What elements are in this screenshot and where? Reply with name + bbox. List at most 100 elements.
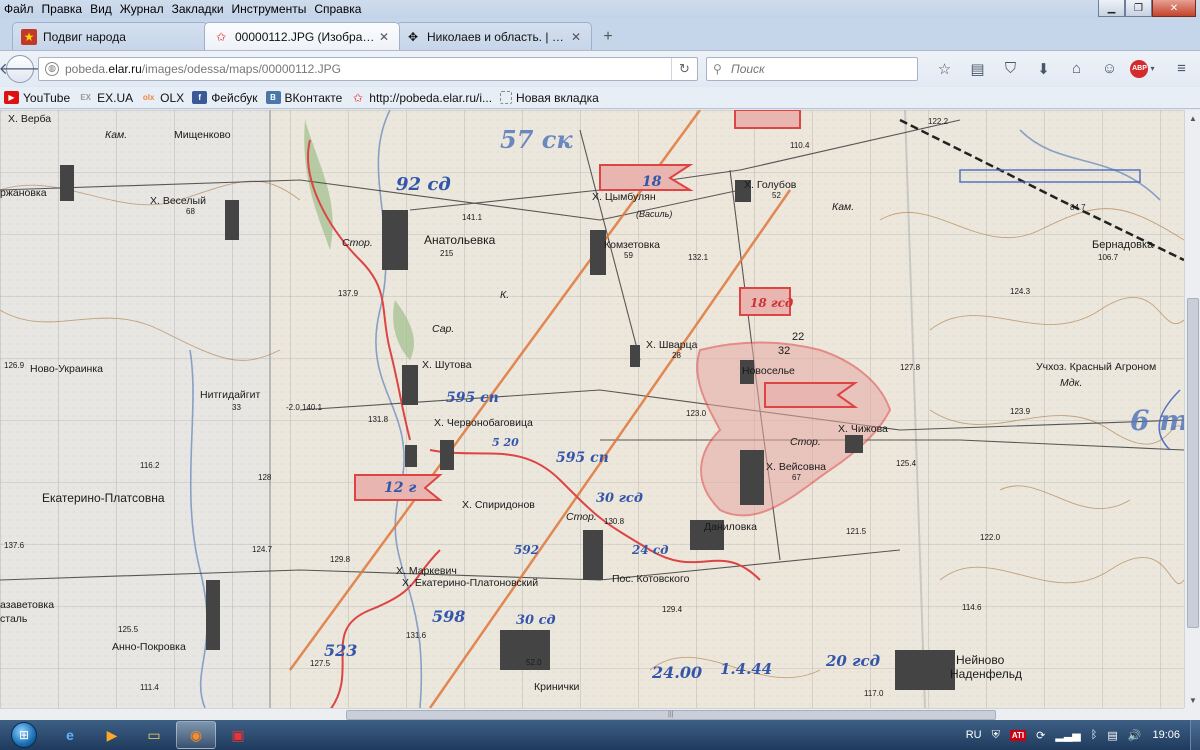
map-label: 68: [186, 207, 195, 216]
new-tab-button[interactable]: +: [594, 24, 622, 50]
vertical-scroll-thumb[interactable]: [1187, 298, 1199, 628]
map-label: 122.0: [980, 533, 1001, 542]
star-icon: ✩: [215, 29, 227, 44]
bookmark-vk[interactable]: B ВКонтакте: [265, 91, 342, 105]
map-label: Х. Червонобаговица: [434, 417, 533, 429]
map-label: Нейново: [956, 653, 1005, 667]
home-icon[interactable]: ⌂: [1060, 55, 1093, 83]
menu-bookmarks[interactable]: Закладки: [168, 2, 228, 16]
signal-icon[interactable]: ▂▃▅: [1055, 729, 1080, 742]
map-label: Стор.: [342, 237, 373, 249]
ie-taskbar-icon[interactable]: e: [50, 721, 90, 749]
pocket-icon[interactable]: ⛉: [994, 55, 1027, 83]
bluetooth-icon[interactable]: ᛒ: [1091, 729, 1098, 741]
bookmark-exua[interactable]: EX EX.UA: [78, 91, 133, 105]
minimize-button[interactable]: ▁: [1098, 0, 1125, 17]
unit-label: 18: [642, 174, 662, 190]
file-taskbar-icon[interactable]: ▣: [218, 721, 258, 749]
tab-nikolaev[interactable]: ✥ Николаев и область. | Стр... ✕: [396, 22, 592, 50]
adblock-icon[interactable]: ABP ▾: [1126, 55, 1159, 83]
map-label: Кам.: [105, 129, 127, 141]
map-label: Мдк.: [1060, 377, 1082, 389]
scroll-up-icon[interactable]: ▲: [1185, 110, 1200, 126]
close-tab-icon[interactable]: ✕: [569, 30, 583, 44]
map-label: К.: [500, 289, 509, 301]
ati-icon[interactable]: ATI: [1009, 729, 1027, 741]
unit-label: 30 гсд: [596, 491, 643, 506]
menu-icon[interactable]: ≡: [1165, 55, 1198, 83]
chat-icon[interactable]: ☺: [1093, 55, 1126, 83]
bookmark-facebook[interactable]: f Фейсбук: [192, 91, 258, 105]
tab-image[interactable]: ✩ 00000112.JPG (Изображен... ✕: [204, 22, 400, 50]
unit-label: 595 сп: [556, 450, 609, 466]
map-label: Комзетовка: [604, 239, 660, 251]
volume-icon[interactable]: 🔊: [1128, 729, 1142, 742]
firefox-taskbar-icon[interactable]: ◉: [176, 721, 216, 749]
unit-label: 24 сд: [631, 543, 669, 557]
language-indicator[interactable]: RU: [966, 729, 982, 741]
shield-icon[interactable]: ⛨: [992, 729, 1000, 742]
tab-title: Николаев и область. | Стр...: [427, 29, 569, 44]
start-button[interactable]: ⊞: [0, 720, 48, 750]
close-tab-icon[interactable]: ✕: [377, 30, 391, 44]
search-bar[interactable]: ⚲: [706, 56, 918, 81]
youtube-icon: ▶: [4, 91, 19, 104]
map-label: 32: [778, 345, 790, 357]
menu-file[interactable]: Файл: [0, 2, 38, 16]
map-label: Кринички: [534, 681, 580, 693]
horizontal-scrollbar[interactable]: |||: [0, 708, 1184, 720]
bookmark-star-icon[interactable]: ☆: [928, 55, 961, 83]
bookmark-youtube[interactable]: ▶ YouTube: [4, 91, 70, 105]
back-button[interactable]: 🡐: [0, 54, 41, 83]
map-label: 127.8: [900, 363, 921, 372]
arrow-left-icon: 🡐: [0, 61, 42, 78]
tab-title: 00000112.JPG (Изображен...: [235, 29, 377, 44]
star-icon: ✩: [352, 90, 363, 105]
map-label: Х. Голубов: [744, 179, 797, 191]
map-label: 130.8: [604, 517, 625, 526]
bookmark-new-tab[interactable]: Новая вкладка: [500, 91, 599, 105]
menu-history[interactable]: Журнал: [116, 2, 168, 16]
url-bar[interactable]: ◍ pobeda.elar.ru/images/odessa/maps/0000…: [38, 56, 698, 81]
grip-icon: |||: [668, 711, 674, 718]
scroll-down-icon[interactable]: ▼: [1185, 692, 1200, 708]
map-label: Пос. Котовского: [612, 573, 690, 585]
menu-help[interactable]: Справка: [310, 2, 365, 16]
map-label: 110.4: [790, 141, 810, 150]
search-input[interactable]: [731, 61, 911, 76]
unit-label: 24.00: [651, 663, 702, 682]
show-desktop-button[interactable]: [1190, 720, 1200, 750]
map-label: 137.6: [4, 541, 25, 550]
map-label: Анно-Покровка: [112, 641, 186, 653]
menu-edit[interactable]: Правка: [38, 2, 87, 16]
map-label: Х. Екатерино-Платоновский: [402, 577, 538, 589]
map-label: 22: [792, 331, 804, 343]
vertical-scrollbar[interactable]: ▲ ▼: [1184, 110, 1200, 708]
explorer-taskbar-icon[interactable]: ▭: [134, 721, 174, 749]
url-text[interactable]: pobeda.elar.ru/images/odessa/maps/000001…: [65, 62, 671, 76]
bookmark-pobeda[interactable]: ✩ http://pobeda.elar.ru/i...: [350, 91, 492, 105]
star-logo-icon: ★: [21, 28, 37, 45]
reload-icon[interactable]: ↻: [671, 57, 697, 80]
reading-list-icon[interactable]: ▤: [961, 55, 994, 83]
map-label: 131.6: [406, 631, 427, 640]
map-label: 125.5: [118, 625, 139, 634]
maximize-button[interactable]: ❐: [1125, 0, 1152, 17]
menu-view[interactable]: Вид: [86, 2, 116, 16]
close-button[interactable]: ✕: [1152, 0, 1196, 17]
unit-label: 6 т: [1130, 404, 1184, 437]
sync-icon[interactable]: ⟳: [1036, 729, 1045, 742]
image-viewer[interactable]: Х. Верба Мищенково Кам. ржановка Х. Весе…: [0, 110, 1184, 708]
tab-podvig-naroda[interactable]: ★ Подвиг народа: [12, 22, 208, 50]
map-label: 52: [772, 191, 781, 200]
download-icon[interactable]: ⬇: [1027, 55, 1060, 83]
clock[interactable]: 19:06: [1152, 729, 1180, 741]
menu-tools[interactable]: Инструменты: [228, 2, 311, 16]
bookmark-olx[interactable]: olx OLX: [141, 91, 184, 105]
media-player-taskbar-icon[interactable]: ▶: [92, 721, 132, 749]
map-label: Х. Веселый: [150, 195, 206, 207]
unit-label: 30 сд: [516, 613, 556, 628]
network-icon[interactable]: ▤: [1107, 729, 1117, 742]
map-image: Х. Верба Мищенково Кам. ржановка Х. Весе…: [0, 110, 1184, 708]
unit-label: 598: [432, 607, 465, 626]
